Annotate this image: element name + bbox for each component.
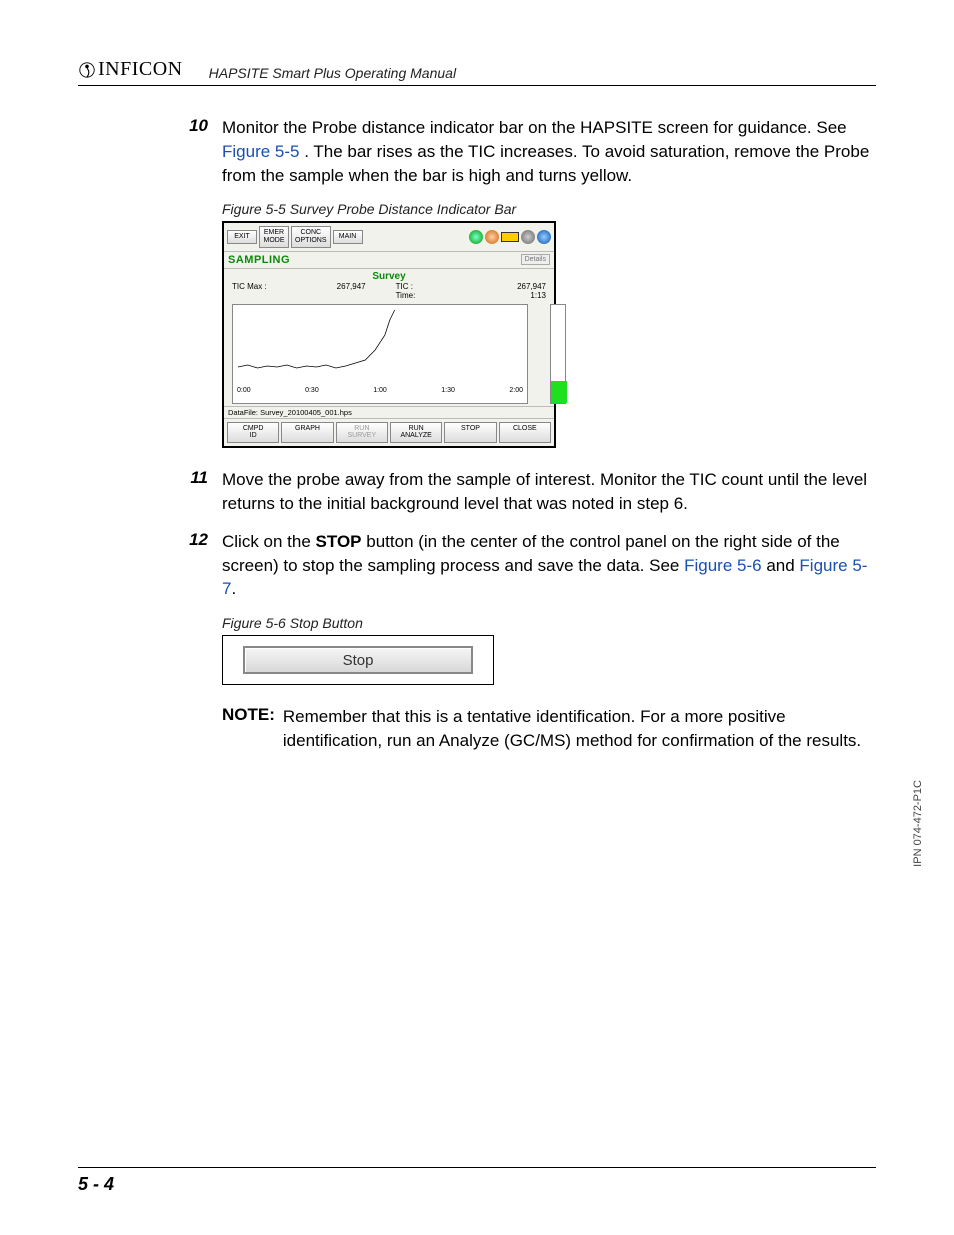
main-button[interactable]: MAIN	[333, 230, 363, 244]
info-icon[interactable]	[485, 230, 499, 244]
battery-icon	[501, 232, 519, 242]
figure-5-5-link[interactable]: Figure 5-5	[222, 142, 299, 161]
tic-chart: 0:00 0:30 1:00 1:30 2:00	[232, 304, 528, 404]
logo-icon	[78, 61, 96, 79]
stop-button-visual[interactable]: Stop	[243, 646, 473, 674]
step-10: 10 Monitor the Probe distance indicator …	[182, 116, 876, 187]
settings-icon[interactable]	[521, 230, 535, 244]
time-value: 1:13	[517, 291, 546, 300]
figure-5-5-caption: Figure 5-5 Survey Probe Distance Indicat…	[222, 201, 876, 217]
cmpd-id-button[interactable]: CMPD ID	[227, 422, 279, 443]
page-footer: 5 - 4	[78, 1167, 876, 1195]
page-number: 5 - 4	[78, 1174, 114, 1194]
probe-distance-indicator	[551, 381, 567, 403]
x-tick: 2:00	[509, 387, 523, 394]
note-block: NOTE: Remember that this is a tentative …	[222, 705, 876, 753]
details-button[interactable]: Details	[521, 254, 550, 265]
figure-5-6-link[interactable]: Figure 5-6	[684, 556, 761, 575]
x-tick: 0:30	[305, 387, 319, 394]
graph-button[interactable]: GRAPH	[281, 422, 333, 443]
note-label: NOTE:	[222, 705, 275, 753]
x-tick: 1:00	[373, 387, 387, 394]
run-survey-button[interactable]: RUN SURVEY	[336, 422, 388, 443]
manual-title: HAPSITE Smart Plus Operating Manual	[209, 65, 456, 81]
step-text: Move the probe away from the sample of i…	[222, 468, 876, 516]
step-number: 12	[182, 530, 208, 601]
brand-logo: INFICON	[78, 58, 183, 81]
ipn-code: IPN 074-472-P1C	[912, 780, 924, 867]
step-number: 11	[182, 468, 208, 516]
note-text: Remember that this is a tentative identi…	[283, 705, 876, 753]
time-label: Time:	[396, 291, 416, 300]
globe-icon[interactable]	[537, 230, 551, 244]
survey-screenshot: EXIT EMER MODE CONC OPTIONS MAIN SAMPLIN…	[222, 221, 556, 448]
tic-max-label: TIC Max :	[232, 282, 267, 291]
screenshot-topbar: EXIT EMER MODE CONC OPTIONS MAIN	[224, 223, 554, 250]
step-11: 11 Move the probe away from the sample o…	[182, 468, 876, 516]
conc-options-button[interactable]: CONC OPTIONS	[291, 226, 331, 247]
tic-value: 267,947	[517, 282, 546, 291]
x-tick: 0:00	[237, 387, 251, 394]
survey-title: Survey	[230, 271, 548, 282]
step-text: Monitor the Probe distance indicator bar…	[222, 116, 876, 187]
step-number: 10	[182, 116, 208, 187]
tic-max-value: 267,947	[337, 282, 366, 291]
help-icon[interactable]	[469, 230, 483, 244]
exit-button[interactable]: EXIT	[227, 230, 257, 244]
sampling-label: SAMPLING	[228, 254, 290, 266]
emer-mode-button[interactable]: EMER MODE	[259, 226, 289, 247]
figure-5-5: EXIT EMER MODE CONC OPTIONS MAIN SAMPLIN…	[222, 221, 876, 448]
probe-distance-bar-track	[550, 304, 566, 404]
tic-label: TIC :	[396, 282, 416, 291]
figure-5-6: Stop	[222, 635, 876, 685]
x-tick: 1:30	[441, 387, 455, 394]
figure-5-6-caption: Figure 5-6 Stop Button	[222, 615, 876, 631]
stop-button[interactable]: STOP	[444, 422, 496, 443]
step-text: Click on the STOP button (in the center …	[222, 530, 876, 601]
datafile-label: DataFile: Survey_20100405_001.hps	[224, 406, 554, 418]
close-button[interactable]: CLOSE	[499, 422, 551, 443]
page-header: INFICON HAPSITE Smart Plus Operating Man…	[78, 58, 876, 86]
step-12: 12 Click on the STOP button (in the cent…	[182, 530, 876, 601]
logo-text: INFICON	[98, 58, 183, 81]
run-analyze-button[interactable]: RUN ANALYZE	[390, 422, 442, 443]
